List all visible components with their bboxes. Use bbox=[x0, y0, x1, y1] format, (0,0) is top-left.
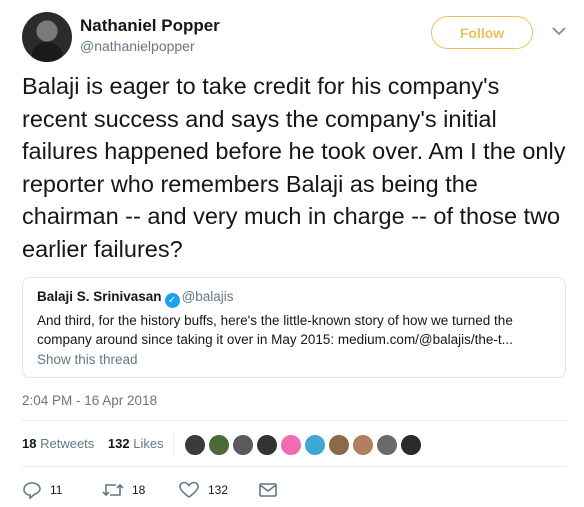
reply-icon bbox=[23, 482, 41, 499]
retweet-count: 18 bbox=[132, 483, 146, 497]
likes-count: 132 bbox=[107, 436, 130, 451]
liker-avatar[interactable] bbox=[352, 434, 374, 456]
liker-avatar[interactable] bbox=[184, 434, 206, 456]
tweet-header: Nathaniel Popper @nathanielpopper Follow bbox=[22, 10, 570, 62]
heart-icon bbox=[179, 481, 199, 498]
stats-separator bbox=[173, 431, 174, 457]
liker-avatar[interactable] bbox=[400, 434, 422, 456]
liker-avatar[interactable] bbox=[208, 434, 230, 456]
likes-label: Likes bbox=[133, 436, 164, 451]
direct-message-button[interactable] bbox=[258, 481, 286, 499]
author-handle[interactable]: @nathanielpopper bbox=[80, 38, 195, 54]
envelope-icon bbox=[259, 483, 277, 497]
liker-avatar[interactable] bbox=[232, 434, 254, 456]
liker-avatar[interactable] bbox=[328, 434, 350, 456]
reply-count: 11 bbox=[50, 483, 63, 497]
follow-button[interactable]: Follow bbox=[431, 16, 533, 49]
liker-avatar[interactable] bbox=[376, 434, 398, 456]
tweet-text: Balaji is eager to take credit for his c… bbox=[22, 73, 566, 262]
retweet-button[interactable]: 18 bbox=[102, 481, 145, 499]
chevron-down-icon[interactable] bbox=[550, 22, 568, 40]
avatar[interactable] bbox=[22, 12, 72, 62]
quoted-header: Balaji S. Srinivasan ✓ @balajis bbox=[37, 288, 551, 308]
retweets-label: Retweets bbox=[40, 436, 95, 451]
divider bbox=[22, 466, 566, 467]
tweet-stats: 18 Retweets 132 Likes bbox=[22, 436, 164, 451]
verified-icon: ✓ bbox=[164, 293, 180, 308]
liker-avatar[interactable] bbox=[280, 434, 302, 456]
quoted-author-name: Balaji S. Srinivasan bbox=[37, 289, 162, 304]
show-thread-link[interactable]: Show this thread bbox=[37, 352, 551, 367]
liker-avatar[interactable] bbox=[304, 434, 326, 456]
reply-button[interactable]: 11 bbox=[22, 481, 62, 499]
retweet-icon bbox=[102, 483, 124, 497]
quoted-author-handle: @balajis bbox=[181, 289, 234, 304]
like-count: 132 bbox=[208, 483, 229, 497]
tweet-actions: 11 18 132 bbox=[22, 481, 322, 503]
likes-stat[interactable]: 132 Likes bbox=[108, 436, 164, 451]
quoted-text: And third, for the history buffs, here's… bbox=[37, 313, 513, 347]
tweet-timestamp[interactable]: 2:04 PM - 16 Apr 2018 bbox=[22, 393, 157, 408]
author-name[interactable]: Nathaniel Popper bbox=[80, 16, 220, 36]
liker-avatar[interactable] bbox=[256, 434, 278, 456]
divider bbox=[22, 420, 566, 421]
retweets-stat[interactable]: 18 Retweets bbox=[22, 436, 94, 451]
like-button[interactable]: 132 bbox=[178, 481, 228, 499]
liker-avatars bbox=[184, 434, 424, 456]
quoted-tweet[interactable]: Balaji S. Srinivasan ✓ @balajis And third,… bbox=[22, 277, 566, 378]
retweets-count: 18 bbox=[22, 436, 37, 451]
